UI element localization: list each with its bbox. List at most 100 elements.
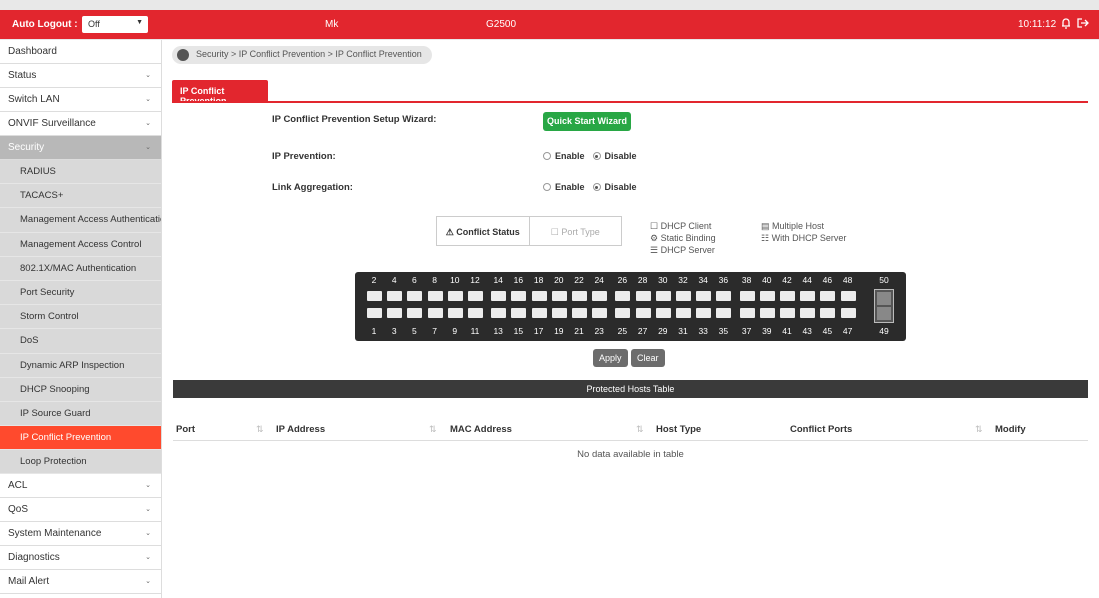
switch-port[interactable]	[716, 291, 732, 301]
switch-port[interactable]	[511, 308, 527, 318]
clear-button[interactable]: Clear	[631, 349, 665, 367]
sidebar-subitem-management-access-authentication[interactable]: Management Access Authentication	[0, 208, 161, 233]
bell-icon[interactable]	[1059, 16, 1073, 30]
switch-port[interactable]	[407, 291, 423, 301]
col-ip-address[interactable]: IP Address	[276, 424, 325, 435]
switch-port[interactable]	[739, 308, 755, 318]
switch-port[interactable]	[468, 291, 483, 301]
switch-port[interactable]	[447, 308, 463, 318]
switch-port[interactable]	[676, 291, 691, 301]
wizard-label: IP Conflict Prevention Setup Wizard:	[272, 114, 437, 125]
switch-port[interactable]	[551, 308, 567, 318]
port-type-tab[interactable]: ☐ Port Type	[530, 217, 622, 245]
sort-icon[interactable]: ⇅	[256, 424, 264, 435]
sort-icon[interactable]: ⇅	[429, 424, 437, 435]
sidebar-subitem-dynamic-arp-inspection[interactable]: Dynamic ARP Inspection	[0, 353, 161, 378]
sidebar-item-diagnostics[interactable]: Diagnostics ⌄	[0, 546, 161, 571]
tab-ip-conflict-prevention[interactable]: IP Conflict Prevention	[172, 80, 268, 106]
switch-port[interactable]	[739, 291, 755, 301]
sidebar-subitem-ip-source-guard[interactable]: IP Source Guard	[0, 401, 161, 427]
sidebar-item-acl[interactable]: ACL ⌄	[0, 474, 161, 499]
switch-port[interactable]	[635, 291, 651, 301]
port-number: 7	[432, 326, 437, 336]
switch-port[interactable]	[635, 308, 651, 318]
switch-port[interactable]	[592, 291, 608, 301]
switch-port[interactable]	[820, 308, 836, 318]
switch-port[interactable]	[511, 291, 527, 301]
switch-port[interactable]	[696, 308, 712, 318]
switch-port[interactable]	[387, 291, 403, 301]
sidebar-item-status[interactable]: Status ⌄	[0, 64, 161, 88]
switch-port[interactable]	[572, 291, 587, 301]
sidebar-subitem-port-security[interactable]: Port Security	[0, 280, 161, 306]
switch-port[interactable]	[716, 308, 732, 318]
switch-port[interactable]	[820, 291, 836, 301]
switch-port[interactable]	[407, 308, 423, 318]
sidebar-item-security[interactable]: Security ⌄	[0, 136, 161, 160]
switch-port[interactable]	[840, 291, 856, 301]
switch-port[interactable]	[676, 308, 691, 318]
switch-port[interactable]	[447, 291, 463, 301]
ip-prevention-disable-radio[interactable]	[592, 152, 601, 160]
ip-prevention-enable-radio[interactable]	[543, 152, 551, 160]
switch-port[interactable]	[759, 291, 775, 301]
port-number: 49	[879, 326, 889, 336]
sort-icon[interactable]: ⇅	[975, 424, 983, 435]
col-host-type[interactable]: Host Type	[656, 424, 701, 435]
sidebar-subitem-dos[interactable]: DoS	[0, 329, 161, 354]
switch-port[interactable]	[615, 291, 631, 301]
sidebar-item-mail-alert[interactable]: Mail Alert ⌄	[0, 570, 161, 595]
sidebar-subitem-ip-conflict-prevention[interactable]: IP Conflict Prevention	[0, 426, 161, 451]
sidebar-subitem-radius[interactable]: RADIUS	[0, 160, 161, 185]
switch-port[interactable]	[551, 291, 567, 301]
switch-port[interactable]	[367, 291, 382, 301]
switch-port[interactable]	[759, 308, 775, 318]
switch-port[interactable]	[491, 308, 507, 318]
sort-icon[interactable]: ⇅	[636, 424, 644, 435]
sidebar-item-system-maintenance[interactable]: System Maintenance ⌄	[0, 522, 161, 547]
col-port[interactable]: Port	[176, 424, 195, 435]
switch-port[interactable]	[387, 308, 403, 318]
switch-port[interactable]	[840, 308, 856, 318]
sidebar-subitem-dhcp-snooping[interactable]: DHCP Snooping	[0, 377, 161, 402]
sidebar-subitem-802-1x-mac-authentication[interactable]: 802.1X/MAC Authentication	[0, 256, 161, 281]
switch-port[interactable]	[615, 308, 631, 318]
sidebar-subitem-storm-control[interactable]: Storm Control	[0, 305, 161, 330]
switch-port[interactable]	[531, 308, 547, 318]
link-aggregation-enable-radio[interactable]	[543, 183, 551, 191]
switch-port[interactable]	[592, 308, 608, 318]
switch-port[interactable]	[367, 308, 382, 318]
switch-port[interactable]	[655, 291, 671, 301]
sidebar-subitem-loop-protection[interactable]: Loop Protection	[0, 450, 161, 475]
logout-icon[interactable]	[1076, 16, 1090, 30]
switch-port[interactable]	[696, 291, 712, 301]
sidebar-item-switch-lan[interactable]: Switch LAN ⌄	[0, 88, 161, 112]
switch-port[interactable]	[800, 291, 816, 301]
col-conflict-ports[interactable]: Conflict Ports	[790, 424, 852, 435]
switch-port[interactable]	[800, 308, 816, 318]
switch-port[interactable]	[780, 291, 795, 301]
link-aggregation-disable-radio[interactable]	[592, 183, 601, 191]
sfp-port-49[interactable]	[877, 307, 891, 320]
quick-start-wizard-button[interactable]: Quick Start Wizard	[543, 112, 631, 131]
port-number: 11	[470, 326, 480, 336]
switch-port[interactable]	[491, 291, 507, 301]
apply-button[interactable]: Apply	[593, 349, 628, 367]
conflict-status-tab[interactable]: ⚠ Conflict Status	[437, 217, 530, 245]
sidebar-item-qos[interactable]: QoS ⌄	[0, 498, 161, 523]
sidebar-item-onvif-surveillance[interactable]: ONVIF Surveillance ⌄	[0, 112, 161, 136]
switch-port[interactable]	[572, 308, 587, 318]
switch-port[interactable]	[655, 308, 671, 318]
auto-logout-select[interactable]: Off ▼	[82, 16, 148, 33]
sidebar-subitem-management-access-control[interactable]: Management Access Control	[0, 232, 161, 257]
switch-port[interactable]	[427, 308, 443, 318]
switch-port[interactable]	[427, 291, 443, 301]
sfp-port-50[interactable]	[877, 292, 891, 305]
switch-port[interactable]	[780, 308, 795, 318]
sidebar-item-dashboard[interactable]: Dashboard	[0, 40, 161, 64]
col-mac-address[interactable]: MAC Address	[450, 424, 512, 435]
switch-port[interactable]	[468, 308, 483, 318]
port-number: 28	[637, 275, 648, 285]
sidebar-subitem-tacacs-[interactable]: TACACS+	[0, 184, 161, 209]
switch-port[interactable]	[531, 291, 547, 301]
